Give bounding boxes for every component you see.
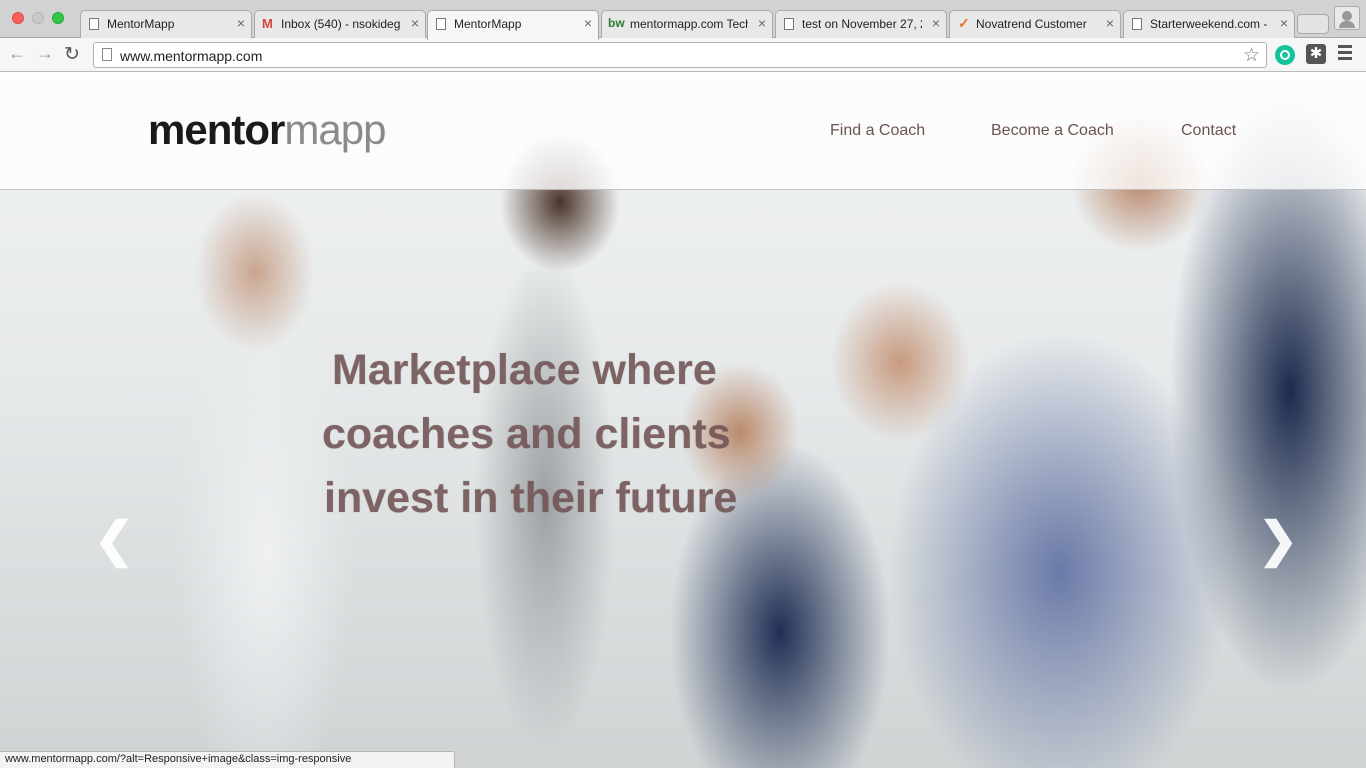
site-logo[interactable]: mentormapp xyxy=(148,106,386,154)
profile-icon[interactable] xyxy=(1334,6,1360,30)
nav-become-a-coach[interactable]: Become a Coach xyxy=(991,122,1114,140)
carousel-next-icon[interactable]: ❯ xyxy=(1258,512,1298,568)
grammarly-extension-icon[interactable] xyxy=(1275,45,1295,65)
status-bar: www.mentormapp.com/?alt=Responsive+image… xyxy=(0,751,455,768)
minimize-window-button[interactable] xyxy=(32,12,44,24)
browser-tab-active[interactable]: MentorMapp × xyxy=(427,10,599,40)
browser-tab[interactable]: test on November 27, 2 × xyxy=(775,10,947,39)
close-icon[interactable]: × xyxy=(758,15,766,31)
address-bar[interactable]: www.mentormapp.com ☆ xyxy=(93,42,1267,68)
reload-icon[interactable]: ↻ xyxy=(64,43,80,66)
tab-strip: MentorMapp × M Inbox (540) - nsokideg × … xyxy=(0,0,1366,40)
browser-tab[interactable]: M Inbox (540) - nsokideg × xyxy=(254,10,426,39)
tab-title: mentormapp.com Tech xyxy=(630,17,748,31)
zoom-window-button[interactable] xyxy=(52,12,64,24)
document-icon xyxy=(1132,18,1142,30)
tab-title: Starterweekend.com - xyxy=(1150,17,1268,31)
carousel-prev-icon[interactable]: ❮ xyxy=(94,512,134,568)
site-header: mentormapp Find a Coach Become a Coach C… xyxy=(0,72,1366,190)
bw-icon: bw xyxy=(608,16,625,30)
logo-text-mentor: mentor xyxy=(148,106,285,153)
logo-text-mapp: mapp xyxy=(284,106,386,153)
gmail-icon: M xyxy=(262,16,273,31)
hero-line: Marketplace where xyxy=(332,346,717,394)
url-text[interactable]: www.mentormapp.com xyxy=(120,48,262,64)
nav-contact[interactable]: Contact xyxy=(1181,122,1236,140)
hero-background-photo: mentormapp Find a Coach Become a Coach C… xyxy=(0,72,1366,768)
browser-tab[interactable]: bw mentormapp.com Tech × xyxy=(601,10,773,39)
close-icon[interactable]: × xyxy=(411,15,419,31)
close-icon[interactable]: × xyxy=(584,15,592,31)
browser-tab[interactable]: ✓ Novatrend Customer × xyxy=(949,10,1121,39)
document-icon xyxy=(89,18,99,30)
check-icon: ✓ xyxy=(958,15,970,31)
tab-title: Novatrend Customer xyxy=(976,17,1087,31)
browser-tab[interactable]: Starterweekend.com - × xyxy=(1123,10,1295,39)
extension-puzzle-icon[interactable]: ✱ xyxy=(1306,44,1326,64)
close-icon[interactable]: × xyxy=(932,15,940,31)
close-window-button[interactable] xyxy=(12,12,24,24)
hero-headline: Marketplace where coaches and clients in… xyxy=(318,338,738,530)
tab-title: MentorMapp xyxy=(107,17,175,31)
back-arrow-icon[interactable]: ← xyxy=(8,43,26,64)
tab-title: Inbox (540) - nsokideg xyxy=(281,17,401,31)
new-tab-button[interactable] xyxy=(1297,14,1329,34)
nav-find-a-coach[interactable]: Find a Coach xyxy=(830,122,925,140)
bookmark-star-icon[interactable]: ☆ xyxy=(1243,44,1260,67)
document-icon xyxy=(436,18,446,30)
forward-arrow-icon[interactable]: → xyxy=(36,43,54,64)
hero-line: coaches and clients xyxy=(322,410,731,458)
document-icon xyxy=(784,18,794,30)
hero-line: invest in their future xyxy=(324,474,738,522)
close-icon[interactable]: × xyxy=(1280,15,1288,31)
menu-icon[interactable] xyxy=(1338,45,1352,63)
page-icon xyxy=(102,48,112,61)
tab-title: MentorMapp xyxy=(454,17,522,31)
close-icon[interactable]: × xyxy=(237,15,245,31)
browser-tab[interactable]: MentorMapp × xyxy=(80,10,252,39)
tab-title: test on November 27, 2 xyxy=(802,17,922,31)
close-icon[interactable]: × xyxy=(1106,15,1114,31)
browser-toolbar: ← → ↻ www.mentormapp.com ☆ xyxy=(0,38,1366,72)
